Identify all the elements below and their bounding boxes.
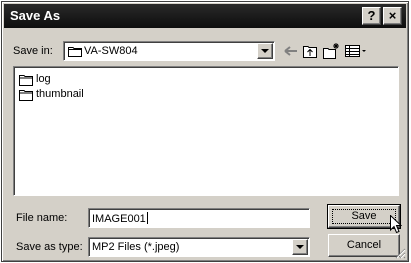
- new-folder-icon[interactable]: [322, 42, 340, 60]
- view-menu-icon[interactable]: [344, 42, 368, 60]
- folder-icon: [68, 47, 82, 57]
- close-button[interactable]: ×: [383, 7, 402, 25]
- up-folder-icon[interactable]: [302, 42, 318, 60]
- file-name-value: IMAGE001: [92, 213, 146, 225]
- save-in-value: VA-SW804: [84, 45, 138, 57]
- cancel-button[interactable]: Cancel: [328, 234, 400, 257]
- folder-item-label: thumbnail: [36, 88, 84, 100]
- folder-icon: [19, 75, 33, 86]
- resize-grip-icon[interactable]: [394, 247, 406, 259]
- save-in-dropdown[interactable]: VA-SW804: [63, 41, 275, 61]
- save-as-dialog: Save As ? × Save in: VA-SW804 log thumbn…: [1, 1, 409, 262]
- save-as-type-dropdown[interactable]: MP2 Files (*.jpeg): [88, 237, 310, 257]
- file-name-label: File name:: [16, 212, 68, 224]
- back-arrow-icon[interactable]: [283, 42, 299, 60]
- text-caret: [146, 212, 148, 224]
- dialog-title: Save As: [10, 8, 61, 23]
- save-as-type-label: Save as type:: [16, 241, 83, 253]
- save-as-type-value: MP2 Files (*.jpeg): [92, 241, 180, 253]
- help-button[interactable]: ?: [362, 7, 381, 25]
- save-in-label: Save in:: [13, 45, 53, 57]
- title-bar[interactable]: Save As ? ×: [4, 4, 406, 28]
- folder-icon: [19, 90, 33, 101]
- file-list[interactable]: log thumbnail: [13, 66, 399, 196]
- chevron-down-icon[interactable]: [257, 43, 273, 59]
- folder-item-label: log: [36, 73, 51, 85]
- chevron-down-icon[interactable]: [292, 239, 308, 255]
- focus-rectangle: [332, 209, 396, 224]
- mouse-pointer-icon: [390, 215, 402, 234]
- file-name-input[interactable]: IMAGE001: [88, 208, 310, 228]
